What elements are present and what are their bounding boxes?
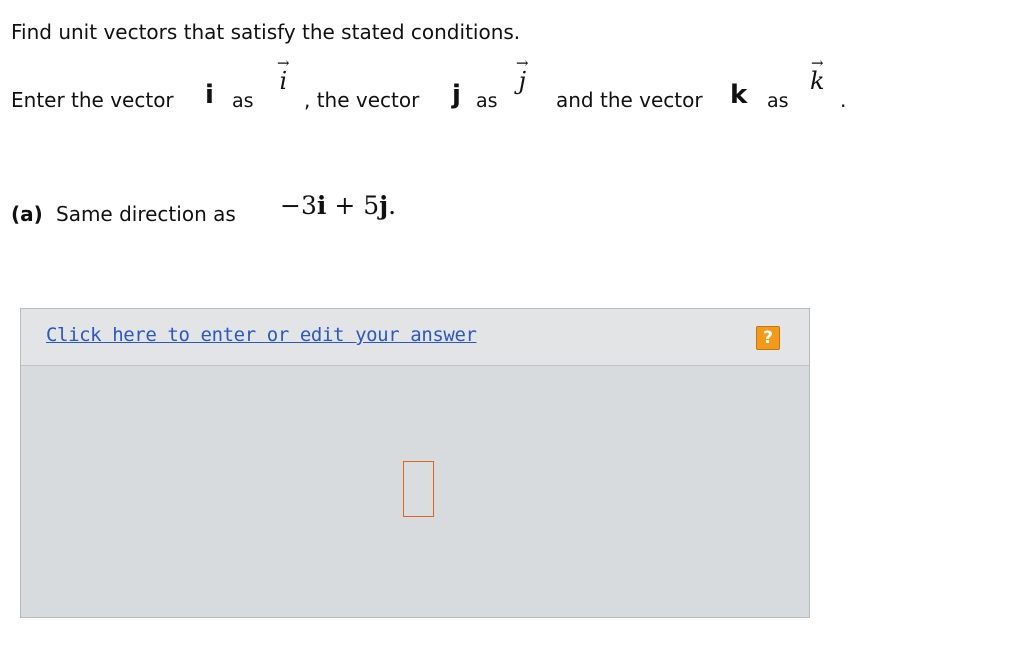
- period: .: [840, 88, 847, 112]
- edit-answer-link[interactable]: Click here to enter or edit your answer: [46, 324, 477, 346]
- help-icon: ?: [763, 328, 773, 348]
- enter-text-1: Enter the vector: [11, 88, 174, 112]
- part-a-label: (a): [11, 202, 43, 226]
- help-button[interactable]: ?: [756, 326, 780, 350]
- vector-i-arrow-notation: → i: [277, 54, 290, 95]
- answer-input-box[interactable]: [403, 461, 434, 517]
- vector-i-bold: i: [205, 80, 214, 110]
- vector-k-bold: k: [730, 80, 748, 110]
- vector-j-arrow-notation: → j: [516, 54, 529, 95]
- vector-j-bold: j: [452, 80, 461, 110]
- answer-panel-header: Click here to enter or edit your answer …: [21, 309, 809, 366]
- as-label-1: as: [232, 90, 254, 112]
- part-a-expression: −3i + 5j.: [280, 191, 397, 220]
- vector-k-arrow-notation: → k: [810, 54, 825, 95]
- as-label-3: as: [767, 90, 789, 112]
- instruction-text: Find unit vectors that satisfy the state…: [11, 20, 521, 44]
- enter-text-2: , the vector: [304, 88, 420, 112]
- part-a-text: Same direction as: [56, 202, 236, 226]
- as-label-2: as: [476, 90, 498, 112]
- answer-panel: Click here to enter or edit your answer …: [20, 308, 810, 618]
- enter-text-3: and the vector: [556, 88, 703, 112]
